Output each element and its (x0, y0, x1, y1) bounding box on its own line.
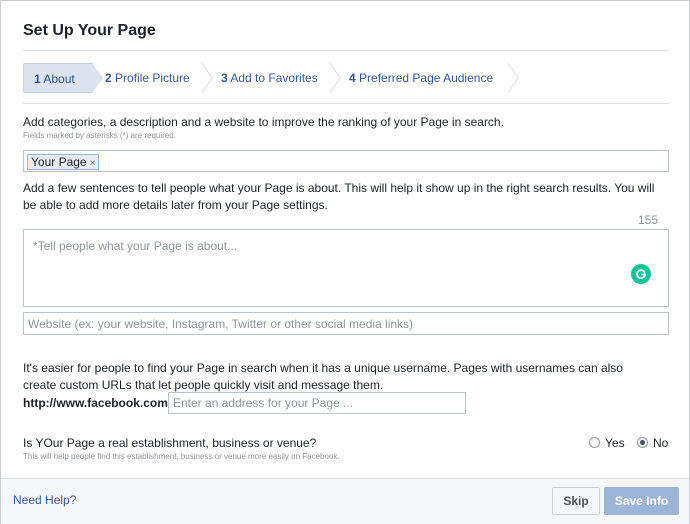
step-number: 4 (349, 71, 356, 85)
step-add-to-favorites[interactable]: 3 Add to Favorites (221, 63, 318, 93)
step-label: About (43, 72, 75, 86)
description-help-line-1: Add a few sentences to tell people what … (23, 181, 655, 195)
step-label: Profile Picture (115, 71, 190, 85)
venue-yes-label[interactable]: Yes (605, 436, 625, 450)
step-profile-picture[interactable]: 2 Profile Picture (105, 63, 190, 93)
venue-note: This will help people find this establis… (23, 452, 340, 461)
divider (23, 103, 669, 104)
about-intro-text: Add categories, a description and a webs… (23, 115, 504, 129)
dialog-title: Set Up Your Page (23, 22, 156, 39)
step-number: 3 (221, 71, 228, 85)
description-placeholder: *Tell people what your Page is about... (33, 239, 238, 253)
category-token: Your Page × (27, 154, 100, 170)
venue-question: Is YOur Page a real establishment, busin… (23, 436, 317, 450)
step-wizard: 1 About 2 Profile Picture 3 Add to Favor… (23, 63, 669, 93)
step-about[interactable]: 1 About (23, 63, 93, 93)
username-placeholder: Enter an address for your Page ... (173, 396, 354, 410)
venue-no-radio[interactable] (637, 437, 648, 448)
dialog-footer: Need Help? Skip Save Info (1, 478, 689, 524)
description-help-line-2: be able to add more details later from y… (23, 198, 328, 212)
step-separator-icon (201, 63, 213, 93)
step-number: 1 (34, 72, 41, 86)
step-label: Preferred Page Audience (359, 71, 494, 85)
divider (23, 50, 669, 51)
website-placeholder: Website (ex: your website, Instagram, Tw… (28, 317, 414, 331)
required-fields-note: Fields marked by asterisks (*) are requi… (23, 131, 176, 140)
grammarly-icon[interactable] (631, 264, 651, 284)
category-input[interactable]: Your Page × (23, 150, 669, 172)
step-separator-icon (329, 63, 341, 93)
remove-token-icon[interactable]: × (90, 158, 96, 169)
step-preferred-page-audience[interactable]: 4 Preferred Page Audience (349, 63, 493, 93)
setup-page-dialog: Set Up Your Page 1 About 2 Profile Pictu… (0, 0, 690, 524)
website-input[interactable]: Website (ex: your website, Instagram, Tw… (23, 312, 669, 335)
category-token-label: Your Page (31, 155, 87, 169)
venue-no-label[interactable]: No (653, 436, 668, 450)
username-input[interactable]: Enter an address for your Page ... (168, 392, 466, 414)
step-number: 2 (105, 71, 112, 85)
username-help-line-2: create custom URLs that let people quick… (23, 378, 384, 392)
venue-yes-radio[interactable] (589, 437, 600, 448)
description-textarea[interactable]: *Tell people what your Page is about... (23, 229, 669, 307)
username-help-line-1: It's easier for people to find your Page… (23, 361, 623, 375)
save-info-button[interactable]: Save Info (604, 487, 679, 515)
character-counter: 155 (638, 213, 659, 227)
step-label: Add to Favorites (230, 71, 318, 85)
url-prefix: http://www.facebook.com/ (23, 396, 172, 410)
active-step-arrow (92, 63, 103, 93)
step-separator-icon (507, 63, 519, 93)
need-help-link[interactable]: Need Help? (13, 493, 76, 507)
skip-button[interactable]: Skip (552, 487, 600, 515)
